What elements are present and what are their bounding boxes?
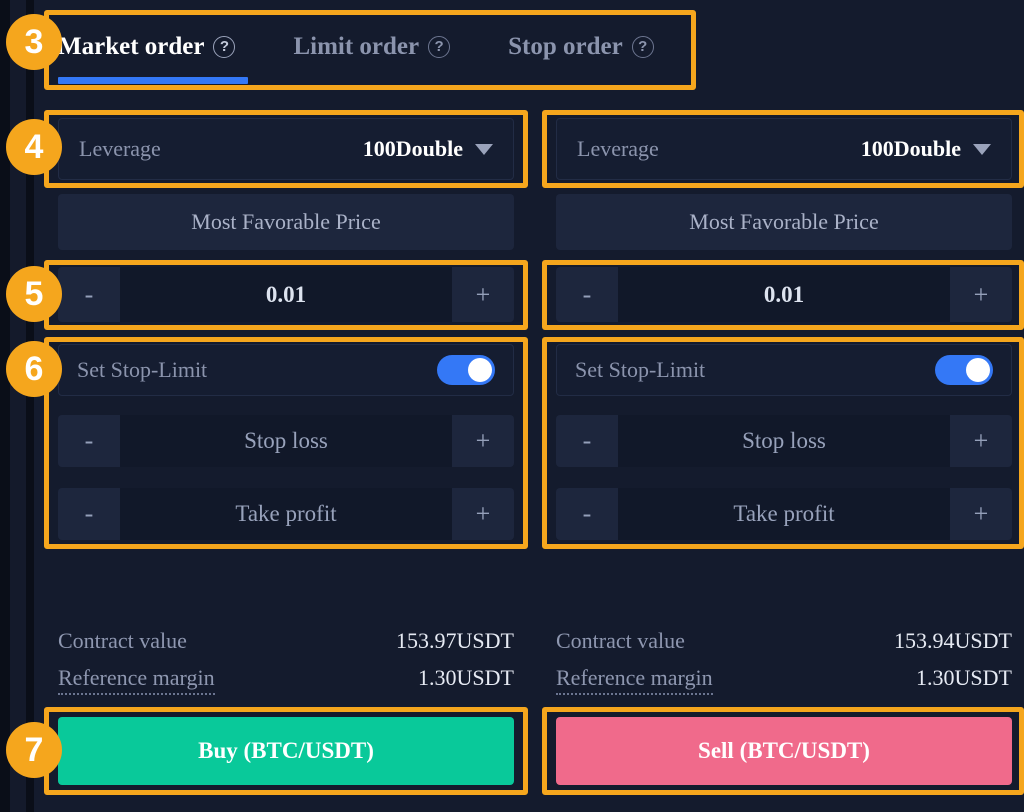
buy-stop-loss-decrement[interactable]: -: [58, 415, 120, 467]
buy-price-mode-button[interactable]: Most Favorable Price: [58, 194, 514, 250]
sell-quantity-stepper: - 0.01 +: [556, 267, 1012, 322]
question-mark-icon[interactable]: ?: [428, 36, 451, 58]
buy-quantity-increment[interactable]: +: [452, 267, 514, 322]
buy-leverage-selector[interactable]: Leverage 100Double: [58, 118, 514, 180]
sell-stop-loss-increment[interactable]: +: [950, 415, 1012, 467]
buy-reference-margin-row: Reference margin 1.30USDT: [58, 665, 514, 695]
annotation-badge-7: 7: [6, 722, 62, 778]
toggle-knob: [468, 358, 492, 382]
buy-reference-margin-label[interactable]: Reference margin: [58, 665, 215, 695]
tab-market-order[interactable]: Market order ?: [58, 33, 236, 61]
tab-market-order-label: Market order: [58, 33, 205, 60]
tab-limit-order[interactable]: Limit order ?: [293, 33, 451, 61]
buy-stop-loss-increment[interactable]: +: [452, 415, 514, 467]
annotation-badge-6: 6: [6, 341, 62, 397]
chevron-down-icon[interactable]: [475, 143, 493, 155]
buy-take-profit-input[interactable]: Take profit: [120, 488, 452, 540]
left-rail-outer: [0, 0, 10, 812]
sell-take-profit-decrement[interactable]: -: [556, 488, 618, 540]
sell-stop-loss-stepper: - Stop loss +: [556, 415, 1012, 467]
sell-reference-margin-label[interactable]: Reference margin: [556, 665, 713, 695]
sell-contract-value-amount: 153.94USDT: [894, 628, 1012, 653]
sell-leverage-selector[interactable]: Leverage 100Double: [556, 118, 1012, 180]
sell-take-profit-increment[interactable]: +: [950, 488, 1012, 540]
annotation-badge-3: 3: [6, 14, 62, 70]
sell-price-mode-label: Most Favorable Price: [689, 209, 879, 234]
tab-limit-order-label: Limit order: [293, 33, 420, 60]
buy-button[interactable]: Buy (BTC/USDT): [58, 717, 514, 785]
sell-take-profit-stepper: - Take profit +: [556, 488, 1012, 540]
sell-take-profit-input[interactable]: Take profit: [618, 488, 950, 540]
chevron-down-icon[interactable]: [973, 143, 991, 155]
buy-leverage-label: Leverage: [79, 136, 161, 161]
sell-quantity-value[interactable]: 0.01: [618, 267, 950, 322]
buy-stop-limit-label: Set Stop-Limit: [77, 357, 208, 382]
sell-quantity-decrement[interactable]: -: [556, 267, 618, 322]
tab-stop-order-label: Stop order: [508, 33, 623, 60]
order-type-tabs: Market order ? Limit order ? Stop order …: [58, 18, 688, 76]
sell-stop-loss-input[interactable]: Stop loss: [618, 415, 950, 467]
sell-reference-margin-row: Reference margin 1.30USDT: [556, 665, 1012, 695]
question-mark-icon[interactable]: ?: [631, 36, 654, 58]
buy-button-label: Buy (BTC/USDT): [198, 738, 374, 763]
buy-price-mode-label: Most Favorable Price: [191, 209, 381, 234]
sell-stop-limit-label: Set Stop-Limit: [575, 357, 706, 382]
tab-stop-order[interactable]: Stop order ?: [508, 33, 654, 61]
buy-take-profit-decrement[interactable]: -: [58, 488, 120, 540]
buy-stop-loss-input[interactable]: Stop loss: [120, 415, 452, 467]
buy-quantity-value[interactable]: 0.01: [120, 267, 452, 322]
buy-quantity-stepper: - 0.01 +: [58, 267, 514, 322]
sell-stop-limit-toggle[interactable]: [935, 355, 993, 385]
annotation-badge-4: 4: [6, 119, 62, 175]
toggle-knob: [966, 358, 990, 382]
sell-button-label: Sell (BTC/USDT): [698, 738, 870, 763]
sell-price-mode-button[interactable]: Most Favorable Price: [556, 194, 1012, 250]
buy-leverage-value: 100Double: [363, 136, 493, 162]
buy-take-profit-increment[interactable]: +: [452, 488, 514, 540]
sell-leverage-label: Leverage: [577, 136, 659, 161]
active-tab-indicator: [58, 77, 248, 84]
buy-stop-limit-toggle[interactable]: [437, 355, 495, 385]
question-mark-icon[interactable]: ?: [213, 36, 236, 58]
annotation-badge-5: 5: [6, 266, 62, 322]
buy-reference-margin-amount: 1.30USDT: [418, 665, 514, 690]
buy-take-profit-stepper: - Take profit +: [58, 488, 514, 540]
buy-contract-value-label: Contract value: [58, 628, 187, 653]
buy-stop-loss-stepper: - Stop loss +: [58, 415, 514, 467]
sell-reference-margin-amount: 1.30USDT: [916, 665, 1012, 690]
sell-quantity-increment[interactable]: +: [950, 267, 1012, 322]
buy-contract-value-row: Contract value 153.97USDT: [58, 628, 514, 654]
sell-button[interactable]: Sell (BTC/USDT): [556, 717, 1012, 785]
buy-quantity-decrement[interactable]: -: [58, 267, 120, 322]
buy-stop-limit-row[interactable]: Set Stop-Limit: [58, 344, 514, 396]
sell-contract-value-row: Contract value 153.94USDT: [556, 628, 1012, 654]
sell-stop-limit-row[interactable]: Set Stop-Limit: [556, 344, 1012, 396]
sell-stop-loss-decrement[interactable]: -: [556, 415, 618, 467]
sell-contract-value-label: Contract value: [556, 628, 685, 653]
sell-leverage-value: 100Double: [861, 136, 991, 162]
buy-contract-value-amount: 153.97USDT: [396, 628, 514, 653]
trading-order-panel: Market order ? Limit order ? Stop order …: [0, 0, 1024, 812]
